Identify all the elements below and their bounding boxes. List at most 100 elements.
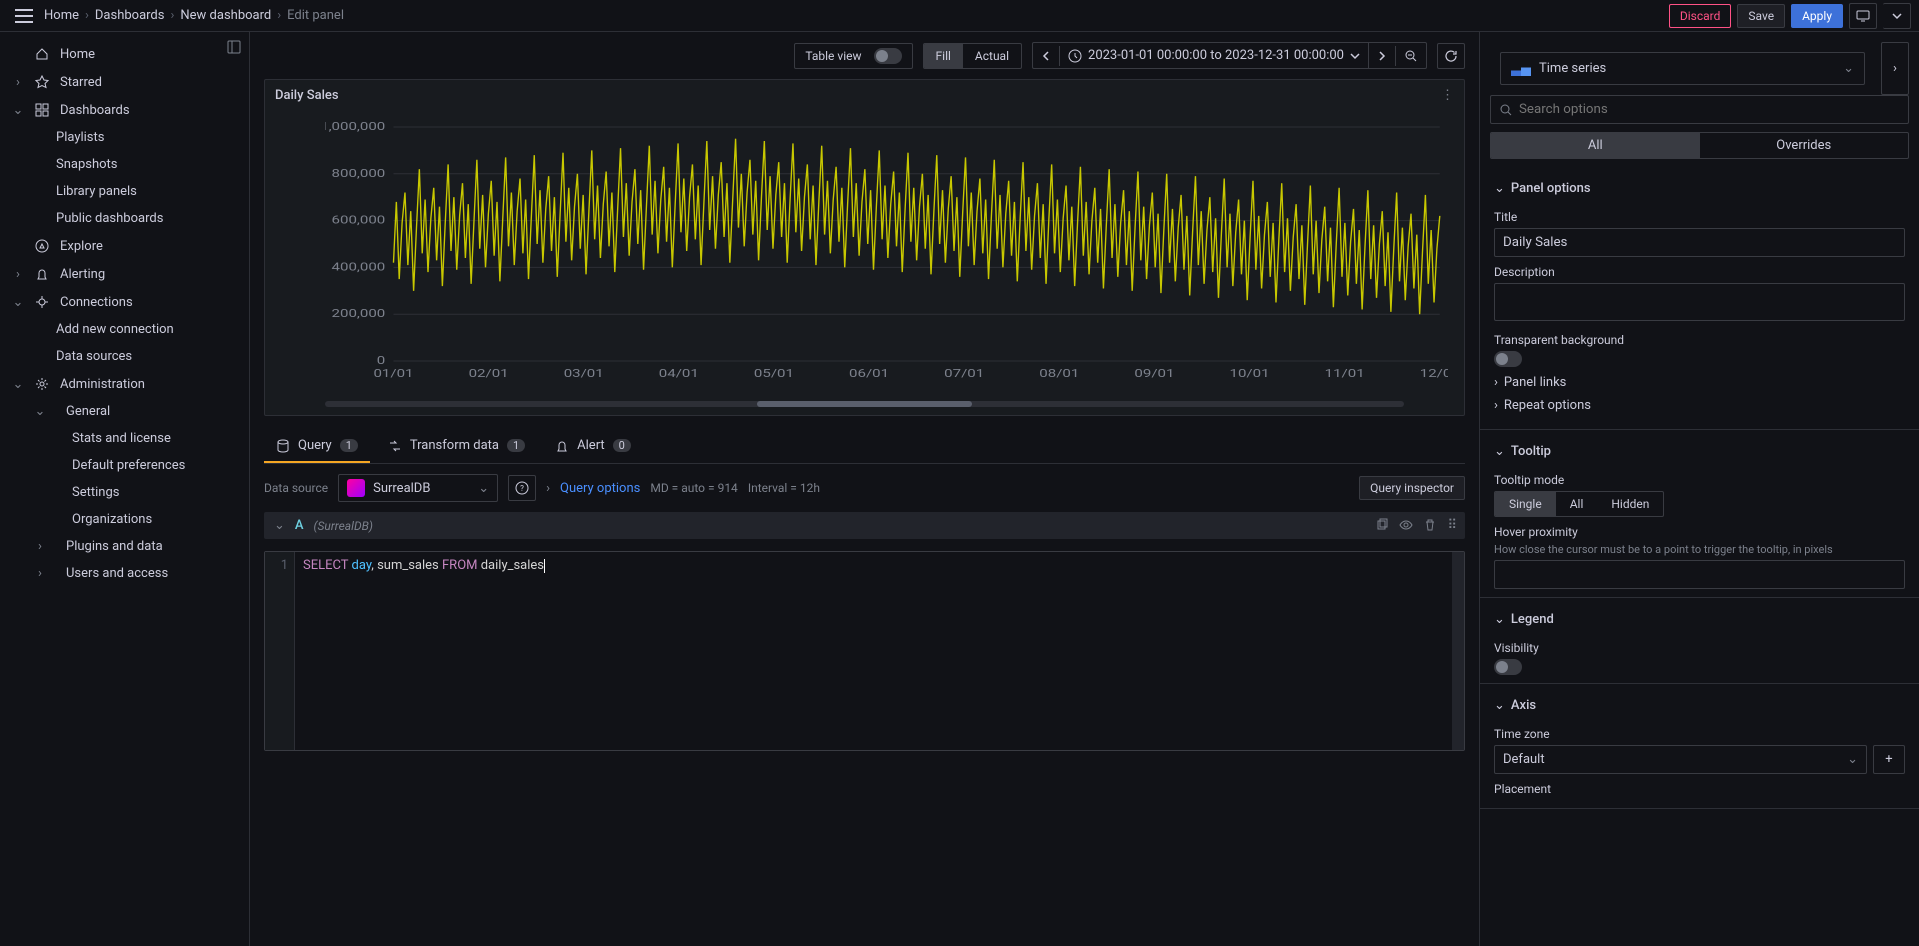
breadcrumb-dashboards[interactable]: Dashboards (95, 8, 165, 23)
delete-query-icon[interactable] (1423, 518, 1437, 533)
code-minimap[interactable] (1452, 552, 1464, 750)
panel-menu-icon[interactable]: ⋮ (1441, 88, 1454, 103)
transparent-bg-toggle[interactable] (1494, 351, 1522, 367)
search-options[interactable] (1490, 95, 1909, 124)
section-legend[interactable]: ⌄ Legend (1494, 606, 1905, 633)
svg-text:12/01: 12/01 (1420, 368, 1448, 381)
svg-text:08/01: 08/01 (1039, 368, 1079, 381)
visualization-picker[interactable]: Time series ⌄ (1500, 52, 1865, 85)
filter-overrides[interactable]: Overrides (1700, 133, 1909, 158)
save-button[interactable]: Save (1737, 4, 1785, 28)
nav-home[interactable]: Home (0, 40, 249, 68)
data-source-select[interactable]: SurrealDB ⌄ (338, 474, 498, 502)
dock-sidebar-icon[interactable] (227, 40, 241, 54)
section-panel-options[interactable]: ⌄ Panel options (1494, 175, 1905, 202)
nav-plugins[interactable]: › Plugins and data (56, 533, 249, 560)
search-icon (1499, 103, 1513, 117)
breadcrumb-home[interactable]: Home (44, 8, 79, 23)
tab-transform[interactable]: Transform data 1 (376, 430, 537, 463)
nav-starred[interactable]: › Starred (0, 68, 249, 96)
panel-title: Daily Sales (275, 88, 339, 103)
tooltip-mode-hidden[interactable]: Hidden (1597, 492, 1663, 516)
nav-stats-license[interactable]: Stats and license (72, 425, 249, 452)
svg-text:11/01: 11/01 (1325, 368, 1365, 381)
nav-snapshots[interactable]: Snapshots (56, 151, 249, 178)
nav-library-panels[interactable]: Library panels (56, 178, 249, 205)
nav-administration[interactable]: ⌄ Administration (0, 370, 249, 398)
time-range-back[interactable] (1033, 46, 1060, 66)
query-code-editor[interactable]: 1 SELECT day, sum_sales FROM daily_sales (264, 551, 1465, 751)
data-source-help-icon[interactable]: ? (508, 475, 536, 501)
visibility-label: Visibility (1494, 641, 1905, 655)
hamburger-menu[interactable] (8, 0, 40, 32)
query-md-info: MD = auto = 914 (650, 481, 737, 495)
chart-scrollbar[interactable] (325, 401, 1404, 407)
fit-mode-group: Fill Actual (923, 43, 1023, 69)
chevron-down-icon: ⌄ (12, 295, 24, 310)
hover-prox-input[interactable] (1494, 560, 1905, 589)
zoom-out-button[interactable] (1396, 44, 1426, 68)
chevron-right-icon[interactable]: › (546, 481, 550, 496)
actual-button[interactable]: Actual (963, 44, 1021, 68)
nav-dashboards[interactable]: ⌄ Dashboards (0, 96, 249, 124)
nav-label: Explore (60, 239, 103, 254)
switch-icon (874, 48, 902, 64)
home-icon (34, 46, 50, 62)
nav-explore[interactable]: Explore (0, 232, 249, 260)
svg-text:400,000: 400,000 (332, 261, 386, 274)
nav-public-dashboards[interactable]: Public dashboards (56, 205, 249, 232)
discard-button[interactable]: Discard (1669, 4, 1732, 28)
refresh-button[interactable] (1437, 43, 1465, 69)
tooltip-mode-single[interactable]: Single (1495, 492, 1556, 516)
description-input[interactable] (1494, 283, 1905, 321)
hover-prox-desc: How close the cursor must be to a point … (1494, 543, 1905, 556)
chevron-down-icon[interactable] (1883, 3, 1911, 29)
time-series-chart[interactable]: 0200,000400,000600,000800,0001,000,00001… (265, 111, 1464, 401)
nav-playlists[interactable]: Playlists (56, 124, 249, 151)
time-range-value[interactable]: 2023-01-01 00:00:00 to 2023-12-31 00:00:… (1060, 43, 1369, 68)
settings-monitor-icon[interactable] (1849, 3, 1877, 29)
alert-count-badge: 0 (613, 439, 631, 452)
clock-icon (1068, 49, 1082, 63)
section-repeat-options[interactable]: › Repeat options (1494, 398, 1905, 421)
query-options-link[interactable]: Query options (560, 481, 640, 496)
breadcrumb-new-dashboard[interactable]: New dashboard (180, 8, 271, 23)
nav-settings[interactable]: Settings (72, 479, 249, 506)
nav-users-access[interactable]: › Users and access (56, 560, 249, 587)
breadcrumb-edit-panel: Edit panel (287, 8, 344, 23)
nav-general[interactable]: ⌄ General (56, 398, 249, 425)
tab-query[interactable]: Query 1 (264, 430, 370, 463)
svg-text:600,000: 600,000 (332, 214, 386, 227)
table-view-toggle[interactable]: Table view (794, 43, 912, 69)
legend-visibility-toggle[interactable] (1494, 659, 1522, 675)
search-options-input[interactable] (1519, 102, 1900, 117)
duplicate-query-icon[interactable] (1375, 518, 1389, 533)
fill-button[interactable]: Fill (924, 44, 963, 68)
options-panel: Time series ⌄ › All Overrides ⌄ Panel op… (1479, 32, 1919, 946)
time-range-forward[interactable] (1369, 46, 1396, 66)
query-inspector-button[interactable]: Query inspector (1359, 476, 1465, 500)
nav-default-prefs[interactable]: Default preferences (72, 452, 249, 479)
toggle-query-visibility-icon[interactable] (1399, 518, 1413, 533)
section-axis[interactable]: ⌄ Axis (1494, 692, 1905, 719)
nav-data-sources[interactable]: Data sources (56, 343, 249, 370)
drag-query-icon[interactable]: ⠿ (1447, 518, 1455, 533)
title-input[interactable] (1494, 228, 1905, 257)
timezone-select[interactable]: Default ⌄ (1494, 745, 1867, 774)
collapse-panel-icon[interactable]: › (1881, 42, 1909, 95)
apply-button[interactable]: Apply (1791, 4, 1843, 28)
add-timezone-button[interactable]: + (1873, 745, 1905, 774)
nav-connections[interactable]: ⌄ Connections (0, 288, 249, 316)
query-row-header[interactable]: ⌄ A (SurrealDB) ⠿ (264, 512, 1465, 539)
nav-add-connection[interactable]: Add new connection (56, 316, 249, 343)
section-tooltip[interactable]: ⌄ Tooltip (1494, 438, 1905, 465)
tooltip-mode-all[interactable]: All (1556, 492, 1598, 516)
nav-alerting[interactable]: › Alerting (0, 260, 249, 288)
svg-text:10/01: 10/01 (1230, 368, 1270, 381)
tab-alert[interactable]: Alert 0 (543, 430, 643, 463)
tooltip-mode-label: Tooltip mode (1494, 473, 1905, 487)
nav-organizations[interactable]: Organizations (72, 506, 249, 533)
filter-all[interactable]: All (1491, 133, 1700, 158)
section-panel-links[interactable]: › Panel links (1494, 367, 1905, 398)
gear-icon (34, 376, 50, 392)
